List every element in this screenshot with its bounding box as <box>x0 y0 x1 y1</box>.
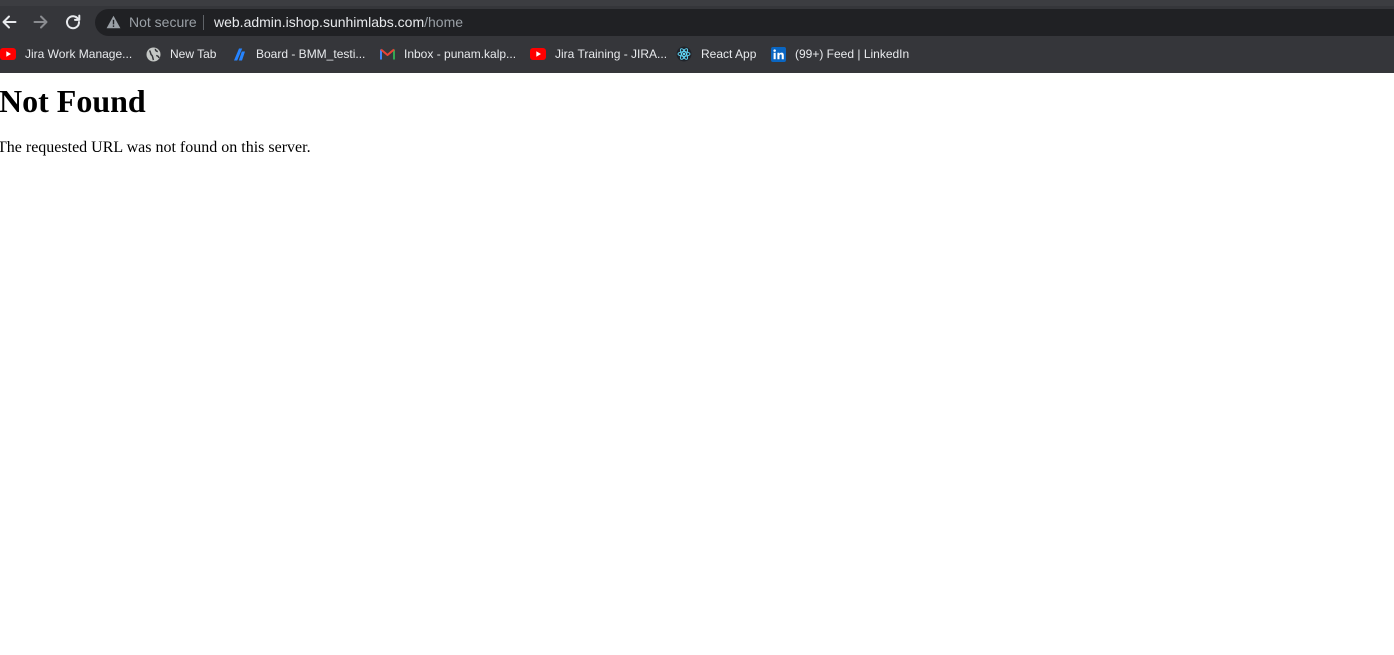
url-text[interactable]: web.admin.ishop.sunhimlabs.com/home <box>214 14 463 31</box>
page-heading: Not Found <box>0 83 146 119</box>
arrow-right-icon <box>33 15 48 29</box>
globe-icon <box>145 46 161 62</box>
address-bar-divider <box>203 15 204 30</box>
bookmark-label: Inbox - punam.kalp... <box>404 47 517 61</box>
arrow-left-icon <box>2 15 17 29</box>
jira-icon <box>231 46 247 62</box>
bookmark-label: (99+) Feed | LinkedIn <box>795 47 910 61</box>
bookmark-new-tab[interactable]: New Tab <box>145 41 216 67</box>
gmail-icon <box>379 46 395 62</box>
url-host: web.admin.ishop.sunhimlabs.com <box>214 14 425 30</box>
react-icon <box>676 46 692 62</box>
bookmark-jira-training[interactable]: Jira Training - JIRA... <box>530 41 667 67</box>
youtube-icon <box>530 46 546 62</box>
browser-chrome: Not secure web.admin.ishop.sunhimlabs.co… <box>0 0 1394 73</box>
youtube-icon <box>0 46 16 62</box>
warning-icon[interactable] <box>106 15 121 29</box>
error-message: The requested URL was not found on this … <box>0 139 311 156</box>
bookmark-label: React App <box>701 47 757 61</box>
bookmark-board-bmm-testing[interactable]: Board - BMM_testi... <box>231 41 365 67</box>
security-status-label[interactable]: Not secure <box>129 14 197 31</box>
bookmark-jira-work-management[interactable]: Jira Work Manage... <box>0 41 132 67</box>
forward-button[interactable] <box>28 9 54 35</box>
reload-icon <box>66 14 81 30</box>
bookmark-label: Jira Work Manage... <box>25 47 133 61</box>
url-path: /home <box>424 14 464 30</box>
bookmark-react-app[interactable]: React App <box>676 41 756 67</box>
bookmark-label: Board - BMM_testi... <box>256 47 366 61</box>
bookmark-label: Jira Training - JIRA... <box>555 47 668 61</box>
page-content: Not Found The requested URL was not foun… <box>0 73 1394 655</box>
browser-toolbar: Not secure web.admin.ishop.sunhimlabs.co… <box>0 6 1394 38</box>
address-bar[interactable]: Not secure web.admin.ishop.sunhimlabs.co… <box>95 9 1394 36</box>
bookmarks-bar: Jira Work Manage... New Tab Board - BMM_… <box>0 41 1394 67</box>
linkedin-icon <box>770 46 786 62</box>
back-button[interactable] <box>0 9 22 35</box>
bookmark-label: New Tab <box>170 47 217 61</box>
bookmark-gmail-inbox[interactable]: Inbox - punam.kalp... <box>379 41 516 67</box>
bookmark-linkedin-feed[interactable]: (99+) Feed | LinkedIn <box>770 41 909 67</box>
reload-button[interactable] <box>60 9 86 35</box>
